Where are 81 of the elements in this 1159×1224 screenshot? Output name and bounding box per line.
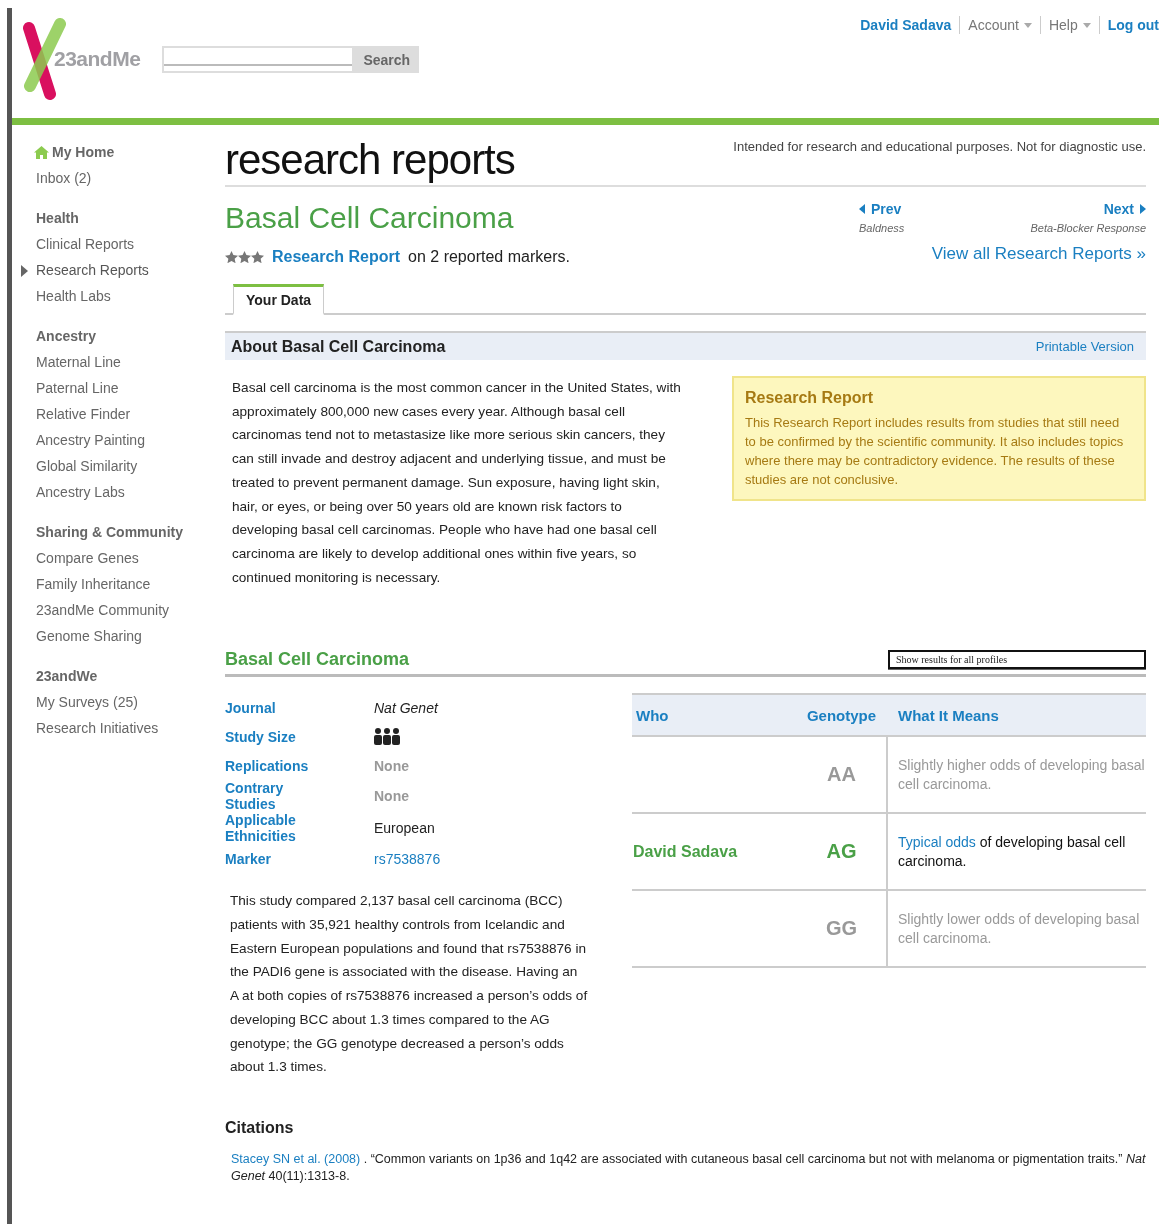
nav-link[interactable]: Paternal Line xyxy=(36,375,190,401)
person-name: David Sadava xyxy=(633,842,738,860)
about-text: Basal cell carcinoma is the most common cancer in the United States, with approximately 800,000 new cases every year. Although basal cell carcinomas tend not to metastasize like more serious skin cancers, they can still invade and destroy adjacent and underlying tissue, and must be treated to prevent permanent damage. Sun exposure, having light skin, hair, or eyes, or being over 50 years old are known risk factors to developing basal cell carcinomas. People who have had one basal cell carcinoma are likely to develop additional ones within five years, so continued monitoring is necessary. xyxy=(232,379,682,587)
citation-link[interactable]: Stacey SN et al. (2008) xyxy=(231,1151,361,1166)
detail-label: Replications xyxy=(225,756,310,776)
page-title: research reports xyxy=(225,139,515,185)
nav-heading: Ancestry xyxy=(36,327,97,346)
meaning-text: Slightly higher odds of developing basal cell carcinoma. xyxy=(898,755,1146,794)
caret-icon[interactable] xyxy=(1082,22,1091,28)
section-title: About Basal Cell Carcinoma xyxy=(231,337,446,356)
detail-label: Journal xyxy=(225,698,277,718)
search-field[interactable] xyxy=(162,46,355,73)
detail-value: Nat Genet xyxy=(374,698,440,718)
left-triangle-icon[interactable] xyxy=(859,204,865,214)
printable-link[interactable]: Printable Version xyxy=(1035,339,1134,354)
nav-link[interactable]: Compare Genes xyxy=(36,545,190,571)
next-link[interactable]: Next xyxy=(1103,201,1146,217)
genotype: GG xyxy=(824,917,859,941)
disclaimer: Intended for research and educational purposes. Not for diagnostic use. xyxy=(733,139,1146,156)
nav-link[interactable]: Family Inheritance xyxy=(36,571,190,597)
pointer-icon xyxy=(21,265,28,277)
view-all-link[interactable]: View all Research Reports » xyxy=(859,244,1146,264)
nav-link[interactable]: Clinical Reports xyxy=(36,231,190,257)
detail-label: Applicable Ethnicities xyxy=(225,812,297,845)
detail-value: None xyxy=(374,787,410,807)
nav-heading: Health xyxy=(36,209,80,228)
study-summary: This study compared 2,137 basal cell carcinoma (BCC) patients with 35,921 healthy controls from Icelandic and Eastern European populations and found that rs7538876 in the PADI6 gene is associated with the disease. Having an A at both copies of rs7538876 increased a person’s odds of developing BCC about 1.3 times compared to the AG genotype; the GG genotype decreased a person’s odds about 1.3 times. xyxy=(230,892,588,1077)
meaning-text: Typical odds of developing basal cell carcinoma. xyxy=(898,832,1127,871)
star-icon xyxy=(251,251,264,263)
citation: Stacey SN et al. (2008) . “Common variants on 1p36 and 1q42 are associated with cutaneous basal cell carcinoma but not with melanoma or pigmentation traits.” Nat Genet 40(11):1313-8. xyxy=(231,1150,1146,1185)
notice-text: This Research Report includes results from studies that still need to be confirmed by the scientific community. It also includes topics where there may be contradictory evidence. The results of these studies are not conclusive. xyxy=(745,414,1125,489)
nav-link[interactable]: Relative Finder xyxy=(36,401,190,427)
detail-value: European xyxy=(374,819,436,839)
menu-link[interactable]: Help xyxy=(1048,17,1078,33)
notice-title: Research Report xyxy=(745,388,875,407)
detail-label: Study Size xyxy=(225,727,297,747)
logout-link[interactable]: Log out xyxy=(1107,17,1159,33)
detail-label: Marker xyxy=(225,849,272,869)
tab[interactable]: Your Data xyxy=(233,284,325,315)
column-header: Genotype xyxy=(805,706,878,724)
menu-link[interactable]: Account xyxy=(968,17,1019,33)
nav-link[interactable]: 23andMe Community xyxy=(36,597,190,623)
profile-select[interactable]: Show results for all profiles xyxy=(888,650,1146,670)
detail-label: Contrary Studies xyxy=(225,780,285,813)
user-link[interactable]: David Sadava xyxy=(860,17,952,33)
right-triangle-icon[interactable] xyxy=(1140,204,1146,214)
detail-value: None xyxy=(374,756,410,776)
column-header: What It Means xyxy=(897,706,1000,724)
inbox-link[interactable]: Inbox (2) xyxy=(36,165,190,191)
search-button[interactable]: Search xyxy=(354,46,420,73)
caret-icon[interactable] xyxy=(1023,22,1032,28)
house-icon xyxy=(34,145,49,159)
marker-link[interactable]: rs7538876 xyxy=(374,844,595,874)
genotype: AA xyxy=(826,763,857,787)
prev-link[interactable]: Prev xyxy=(859,201,905,217)
star-icon xyxy=(238,251,251,263)
nav-link[interactable]: Research Initiatives xyxy=(36,715,190,741)
people-icon xyxy=(374,728,400,746)
column-header: Who xyxy=(635,706,670,724)
next-topic: Beta-Blocker Response xyxy=(1030,222,1146,234)
nav-link[interactable]: Ancestry Labs xyxy=(36,479,190,505)
nav-link[interactable]: My Surveys (25) xyxy=(36,689,190,715)
nav-link[interactable]: Maternal Line xyxy=(36,349,190,375)
nav-heading: 23andWe xyxy=(36,667,99,686)
nav-link[interactable]: Ancestry Painting xyxy=(36,427,190,453)
citations-title: Citations xyxy=(225,1118,295,1137)
nav-link[interactable]: Genome Sharing xyxy=(36,623,190,649)
genotype: AG xyxy=(825,840,858,864)
prev-topic: Baldness xyxy=(859,222,905,234)
nav-link[interactable]: Global Similarity xyxy=(36,453,190,479)
home-link[interactable]: My Home xyxy=(36,139,190,165)
odds-link[interactable]: Typical odds xyxy=(898,833,976,850)
star-icon xyxy=(225,251,238,263)
nav-heading: Sharing & Community xyxy=(36,523,184,542)
report-title: Basal Cell Carcinoma xyxy=(225,201,515,234)
report-type-link[interactable]: Research Report xyxy=(272,248,401,266)
study-title: Basal Cell Carcinoma xyxy=(225,649,410,671)
nav-link[interactable]: Health Labs xyxy=(36,283,190,309)
meaning-text: Slightly lower odds of developing basal cell carcinoma. xyxy=(898,909,1141,948)
nav-link[interactable]: Research Reports xyxy=(36,257,190,283)
report-summary: on 2 reported markers. xyxy=(408,248,570,266)
